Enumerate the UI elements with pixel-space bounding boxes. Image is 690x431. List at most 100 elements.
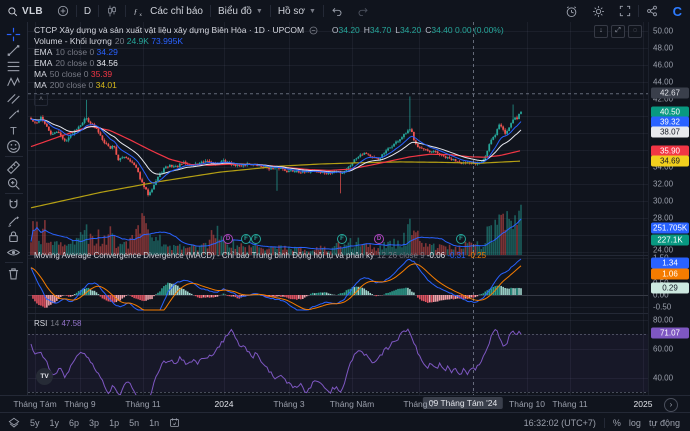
lock-icon	[9, 230, 18, 242]
clock[interactable]: 16:32:02 (UTC+7)	[524, 418, 596, 428]
axis-price-badge: 1.06	[651, 268, 689, 280]
toolbar-divider	[4, 156, 23, 157]
text-tool[interactable]: T	[3, 122, 25, 138]
axis-label: 80.00	[653, 315, 674, 325]
svg-text:ƒ: ƒ	[134, 7, 138, 16]
trash-tool[interactable]	[3, 265, 25, 281]
range-1n-button[interactable]: 1n	[144, 418, 164, 428]
trend-line-icon	[7, 44, 20, 56]
eye-tool[interactable]	[3, 244, 25, 260]
pane-restore-button[interactable]: ◌	[628, 25, 642, 38]
axis-price-badge: 38.07	[651, 126, 689, 138]
axis-price-badge: 42.67	[651, 87, 689, 99]
legend-ema20-row[interactable]: EMA 20 close 0 34.56	[34, 58, 504, 69]
pane-maximize-button[interactable]: ⤢	[611, 25, 625, 38]
symbol-title: CTCP Xây dựng và sản xuất vật liệu xây d…	[34, 25, 305, 35]
toolbar-divider	[4, 262, 23, 263]
tradingview-logo[interactable]: TV	[36, 368, 53, 385]
time-axis-label: Tháng 7	[403, 399, 435, 409]
time-axis-label: 2025	[633, 399, 653, 409]
broker-logo[interactable]: C	[665, 4, 690, 19]
emoji-tool[interactable]	[3, 138, 25, 154]
chevron-down-icon: ▼	[255, 7, 263, 15]
compare-add-button[interactable]	[50, 0, 76, 22]
magnet-icon	[9, 199, 18, 208]
crosshair-tool[interactable]	[3, 26, 25, 42]
time-axis-label: Tháng 11	[552, 399, 588, 409]
search-icon	[8, 6, 18, 16]
chart-legend: CTCP Xây dựng và sản xuất vật liệu xây d…	[34, 25, 504, 106]
axis-price-badge: 251.705K	[651, 222, 690, 234]
trend-line-tool[interactable]	[3, 42, 25, 58]
time-axis[interactable]: 09 Tháng Tám '24 › Tháng Tám Tháng 9 Tháng…	[0, 395, 690, 413]
price-axis[interactable]: 50.00 48.00 46.00 44.00 42.00 34.00 32.00 30.00…	[648, 22, 690, 395]
log-scale-toggle[interactable]: log	[629, 418, 641, 428]
chart-style-button[interactable]	[99, 0, 125, 22]
crosshair-icon	[6, 27, 21, 41]
crosshair-date-badge: 09 Tháng Tám '24	[422, 397, 504, 409]
redo-icon	[358, 8, 368, 16]
axis-price-badge: 34.69	[651, 155, 689, 167]
axis-label: 60.00	[653, 344, 674, 354]
date-range-buttons: 5y 1y 6p 3p 1p 5n 1n	[25, 418, 164, 428]
pencil-tool[interactable]	[3, 212, 25, 228]
undo-button[interactable]	[324, 0, 350, 22]
range-3p-button[interactable]: 3p	[84, 418, 104, 428]
indicators-button[interactable]: ƒx Các chỉ báo	[126, 0, 210, 22]
symbol-title-row[interactable]: CTCP Xây dựng và sản xuất vật liệu xây d…	[34, 25, 504, 36]
tradingview-app: VLB D ƒx Các chỉ báo Biểu đồ ▼ Hồ sơ ▼ C…	[0, 0, 690, 431]
chart-layout-menu[interactable]: Biểu đồ ▼	[211, 0, 270, 22]
time-axis-label: Tháng Tám	[13, 399, 57, 409]
scroll-to-recent-button[interactable]: ›	[664, 398, 678, 412]
candlestick-icon	[108, 5, 116, 17]
legend-volume-row[interactable]: Volume - Khối lượng 20 24.9K 73.995K	[34, 36, 504, 47]
measure-tool[interactable]	[3, 159, 25, 175]
pane-down-button[interactable]: ↓	[594, 25, 608, 38]
plus-circle-icon	[57, 5, 69, 17]
axis-label: 50.00	[653, 26, 674, 36]
axis-price-badge: 1.34	[651, 257, 689, 269]
fib-retracement-icon	[7, 61, 20, 71]
fullscreen-button[interactable]	[612, 5, 638, 17]
interval-button[interactable]: D	[77, 0, 98, 22]
symbol-search-button[interactable]: VLB	[0, 0, 50, 22]
circle-minus-icon[interactable]	[309, 26, 318, 35]
range-5n-button[interactable]: 5n	[124, 418, 144, 428]
time-axis-label: Tháng 9	[64, 399, 96, 409]
fib-retracement-tool[interactable]	[3, 58, 25, 74]
go-to-date-button[interactable]	[164, 417, 185, 428]
range-6p-button[interactable]: 6p	[64, 418, 84, 428]
axis-label: 40.00	[653, 373, 674, 383]
profile-menu[interactable]: Hồ sơ ▼	[271, 0, 323, 22]
legend-collapse-button[interactable]: ˄	[34, 94, 48, 106]
lock-tool[interactable]	[3, 228, 25, 244]
range-1p-button[interactable]: 1p	[104, 418, 124, 428]
zoom-in-tool[interactable]	[3, 175, 25, 191]
divider	[603, 417, 605, 428]
time-axis-label: Tháng 3	[273, 399, 305, 409]
axis-price-badge: 227.1K	[651, 234, 689, 246]
xabcd-pattern-tool[interactable]	[3, 74, 25, 90]
magnet-tool[interactable]	[3, 196, 25, 212]
projection-tool[interactable]	[3, 90, 25, 106]
redo-button[interactable]	[350, 0, 376, 22]
legend-ema10-row[interactable]: EMA 10 close 0 34.29	[34, 47, 504, 58]
range-1y-button[interactable]: 1y	[45, 418, 65, 428]
percent-scale-toggle[interactable]: %	[613, 418, 621, 428]
layers-icon[interactable]	[0, 417, 25, 429]
settings-button[interactable]	[585, 5, 612, 18]
time-axis-label: 2024	[214, 399, 234, 409]
auto-scale-toggle[interactable]: tự động	[649, 418, 680, 428]
trash-icon	[8, 267, 19, 279]
brush-tool[interactable]	[3, 106, 25, 122]
alert-button[interactable]	[558, 5, 585, 18]
legend-ma200-row[interactable]: MA 200 close 0 34.01	[34, 80, 504, 91]
share-button[interactable]	[639, 5, 665, 17]
chart-area[interactable]: CTCP Xây dựng và sản xuất vật liệu xây d…	[28, 22, 648, 395]
axis-price-badge: 71.07	[651, 327, 689, 339]
share-icon	[646, 5, 657, 17]
legend-ma50-row[interactable]: MA 50 close 0 35.39	[34, 69, 504, 80]
range-5y-button[interactable]: 5y	[25, 418, 45, 428]
axis-price-badge: 0.29	[651, 282, 689, 294]
zoom-in-icon	[7, 177, 20, 190]
